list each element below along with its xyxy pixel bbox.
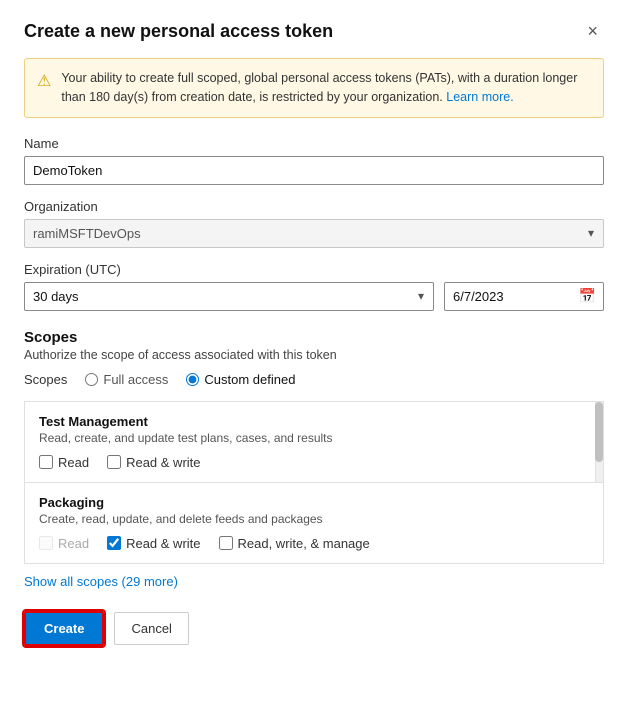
org-select[interactable]: ramiMSFTDevOps: [24, 219, 604, 248]
dialog-header: Create a new personal access token ×: [24, 20, 604, 42]
packaging-readwrite-checkbox[interactable]: [107, 536, 121, 550]
create-token-dialog: Create a new personal access token × ⚠ Y…: [0, 0, 628, 708]
scrollbar-thumb: [595, 402, 603, 462]
dialog-title: Create a new personal access token: [24, 21, 333, 42]
cancel-button[interactable]: Cancel: [114, 612, 188, 645]
close-button[interactable]: ×: [581, 20, 604, 42]
packaging-section: Packaging Create, read, update, and dele…: [24, 483, 604, 564]
name-label: Name: [24, 136, 604, 151]
packaging-read-checkbox: [39, 536, 53, 550]
name-input[interactable]: [24, 156, 604, 185]
name-field-group: Name: [24, 136, 604, 199]
scopes-row: Scopes Full access Custom defined: [24, 372, 604, 387]
scrollbar[interactable]: [595, 402, 603, 482]
packaging-manage-checkbox[interactable]: [219, 536, 233, 550]
learn-more-link[interactable]: Learn more.: [446, 90, 513, 104]
test-management-desc: Read, create, and update test plans, cas…: [39, 431, 589, 445]
warning-banner: ⚠ Your ability to create full scoped, gl…: [24, 58, 604, 118]
test-management-checkboxes: Read Read & write: [39, 455, 589, 470]
expiration-label: Expiration (UTC): [24, 262, 604, 277]
test-management-name: Test Management: [39, 414, 589, 429]
expiration-select-wrapper: 30 days 60 days 90 days Custom defined ▾: [24, 282, 434, 311]
expiration-field-group: Expiration (UTC) 30 days 60 days 90 days…: [24, 262, 604, 311]
packaging-name: Packaging: [39, 495, 589, 510]
date-input[interactable]: [444, 282, 604, 311]
test-mgmt-readwrite-label[interactable]: Read & write: [107, 455, 200, 470]
warning-text: Your ability to create full scoped, glob…: [61, 69, 591, 107]
packaging-manage-label[interactable]: Read, write, & manage: [219, 536, 370, 551]
test-mgmt-read-checkbox[interactable]: [39, 455, 53, 469]
packaging-checkboxes: Read Read & write Read, write, & manage: [39, 536, 589, 551]
packaging-desc: Create, read, update, and delete feeds a…: [39, 512, 589, 526]
full-access-radio-label[interactable]: Full access: [85, 372, 168, 387]
custom-defined-radio-label[interactable]: Custom defined: [186, 372, 295, 387]
expiration-select[interactable]: 30 days 60 days 90 days Custom defined: [24, 282, 434, 311]
scopes-field-label: Scopes: [24, 372, 67, 387]
expiration-fields: 30 days 60 days 90 days Custom defined ▾…: [24, 282, 604, 311]
create-button[interactable]: Create: [24, 611, 104, 646]
scope-sections-wrapper: Test Management Read, create, and update…: [24, 401, 604, 564]
custom-defined-radio[interactable]: [186, 373, 199, 386]
org-label: Organization: [24, 199, 604, 214]
scopes-title: Scopes: [24, 329, 604, 346]
show-scopes-link[interactable]: Show all scopes (29 more): [24, 574, 178, 589]
warning-icon: ⚠: [37, 70, 51, 94]
footer: Create Cancel: [24, 611, 604, 646]
scopes-desc: Authorize the scope of access associated…: [24, 348, 604, 362]
test-management-section: Test Management Read, create, and update…: [24, 401, 604, 483]
packaging-read-label: Read: [39, 536, 89, 551]
packaging-readwrite-label[interactable]: Read & write: [107, 536, 200, 551]
org-field-group: Organization ramiMSFTDevOps ▾: [24, 199, 604, 248]
org-select-wrapper: ramiMSFTDevOps ▾: [24, 219, 604, 248]
test-mgmt-read-label[interactable]: Read: [39, 455, 89, 470]
test-mgmt-readwrite-checkbox[interactable]: [107, 455, 121, 469]
date-input-wrapper: 📅: [444, 282, 604, 311]
full-access-radio[interactable]: [85, 373, 98, 386]
scopes-section: Scopes Authorize the scope of access ass…: [24, 329, 604, 387]
